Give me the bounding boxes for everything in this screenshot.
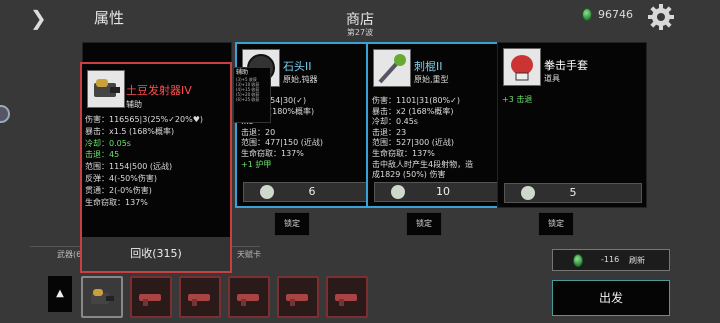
lock-button[interactable]: 锁定	[406, 212, 442, 236]
gear-icon[interactable]	[647, 3, 675, 31]
mini-tip-line: (6)+25 收获	[236, 97, 260, 102]
boxing-glove-icon	[503, 48, 541, 86]
gold-display: 96746	[582, 8, 633, 21]
card-name: 石头II	[283, 60, 312, 73]
card-stats: +3 击退	[502, 95, 532, 106]
tooltip-tag: 辅助	[126, 100, 142, 109]
card-tags: 原始,重型	[414, 75, 449, 84]
shop-screen: ❯ 属性 商店 第27波 96746 石头II 原始,钝器 伤害：354|30(…	[0, 0, 720, 323]
weapon-slot[interactable]	[130, 276, 172, 318]
collapse-arrow-icon[interactable]: ▲	[48, 276, 72, 312]
stat-line: 范围：1154|500 (远战)	[85, 162, 173, 172]
shop-card-spiked-club[interactable]: 刺棍II 原始,重型 伤害：1101|31(80%✓) 暴击：x2 (168%概…	[366, 42, 516, 208]
gun-icon	[139, 294, 161, 306]
stat-line: 生命窃取：137%	[372, 148, 435, 158]
refresh-button[interactable]: -116 刷新	[552, 249, 670, 271]
side-toggle-icon[interactable]	[0, 105, 10, 123]
gem-icon	[582, 8, 592, 21]
potato-launcher-icon	[91, 289, 114, 304]
gold-amount: 96746	[598, 8, 633, 21]
weapon-slot[interactable]	[277, 276, 319, 318]
stat-line: 生命窃取：137%	[241, 148, 304, 158]
card-name: 刺棍II	[414, 60, 443, 73]
gun-icon	[335, 294, 357, 306]
stat-line: 反弹：4(-50%伤害)	[85, 173, 157, 183]
buy-button[interactable]: 6	[243, 182, 381, 202]
stat-line: 范围：527|300 (近战)	[372, 138, 455, 148]
tooltip-stats: 伤害：116565|3(25%✓20%♥) 暴击：x1.5 (168%概率) 冷…	[85, 114, 203, 208]
stat-line: 击退：23	[372, 127, 407, 137]
card-tags: 原始,钝器	[283, 75, 318, 84]
stat-line: 冷却：0.45s	[372, 117, 418, 127]
gun-icon	[286, 294, 308, 306]
bonus-line: +3 击退	[502, 95, 533, 104]
weapon-slot[interactable]	[179, 276, 221, 318]
stat-line: 暴击：x2 (168%概率)	[372, 106, 454, 116]
stat-line: 贯通：2(-0%伤害)	[85, 185, 152, 195]
stat-line: 范围：477|150 (近战)	[241, 138, 324, 148]
spiked-club-icon	[373, 49, 411, 87]
stat-line: 击退：20	[241, 127, 276, 137]
card-tags: 道具	[544, 74, 560, 83]
talents-tab[interactable]: 天赋卡	[237, 249, 261, 260]
price-value: 5	[569, 186, 577, 199]
card-name: 拳击手套	[544, 59, 588, 72]
lock-button[interactable]: 锁定	[538, 212, 574, 236]
stat-line: 伤害：1101|31(80%✓)	[372, 96, 460, 105]
weapon-slot[interactable]	[228, 276, 270, 318]
stat-line: 伤害：116565|3(25%✓20%♥)	[85, 115, 204, 124]
refresh-cost: -116	[601, 255, 620, 264]
gem-icon	[391, 185, 405, 199]
card-stats: 伤害：1101|31(80%✓) 暴击：x2 (168%概率) 冷却：0.45s…	[372, 96, 473, 181]
refresh-label: 刷新	[629, 256, 645, 265]
buy-button[interactable]: 5	[504, 183, 642, 203]
shop-card-boxing-glove[interactable]: 拳击手套 道具 +3 击退 5	[497, 42, 647, 208]
stat-line: 击中敌人时产生4段射物，造	[372, 159, 474, 169]
price-value: 6	[308, 185, 316, 198]
gun-icon	[188, 294, 210, 306]
buy-button[interactable]: 10	[374, 182, 512, 202]
stat-line: 生命窃取：137%	[85, 197, 148, 207]
mini-tip-title: 辅助	[236, 69, 249, 76]
gem-icon	[260, 185, 274, 199]
tooltip-name: 土豆发射器IV	[126, 84, 192, 97]
stat-line: 暴击：x1.5 (168%概率)	[85, 126, 175, 136]
depart-button[interactable]: 出发	[552, 280, 670, 316]
gun-icon	[237, 294, 259, 306]
weapon-slot[interactable]	[81, 276, 123, 318]
weapon-tooltip: 土豆发射器IV 辅助 伤害：116565|3(25%✓20%♥) 暴击：x1.5…	[80, 62, 232, 273]
price-value: 10	[436, 185, 450, 198]
stat-line: 冷却：0.05s	[85, 138, 131, 148]
stat-line: 成1829 (50%) 伤害	[372, 170, 446, 180]
stat-line: 击退：45	[85, 150, 120, 160]
potato-launcher-icon	[87, 70, 125, 108]
bonus-line: +1 护甲	[241, 159, 272, 169]
gem-icon	[521, 186, 535, 200]
lock-button[interactable]: 锁定	[274, 212, 310, 236]
support-set-tooltip: 辅助 (3)+5 收获 (3)+10 收获 (4)+15 收获 (5)+20 收…	[233, 67, 271, 123]
wave-label: 第27波	[346, 28, 374, 37]
gem-icon	[573, 254, 583, 267]
recycle-button[interactable]: 回收(315)	[82, 237, 230, 271]
weapon-slot[interactable]	[326, 276, 368, 318]
